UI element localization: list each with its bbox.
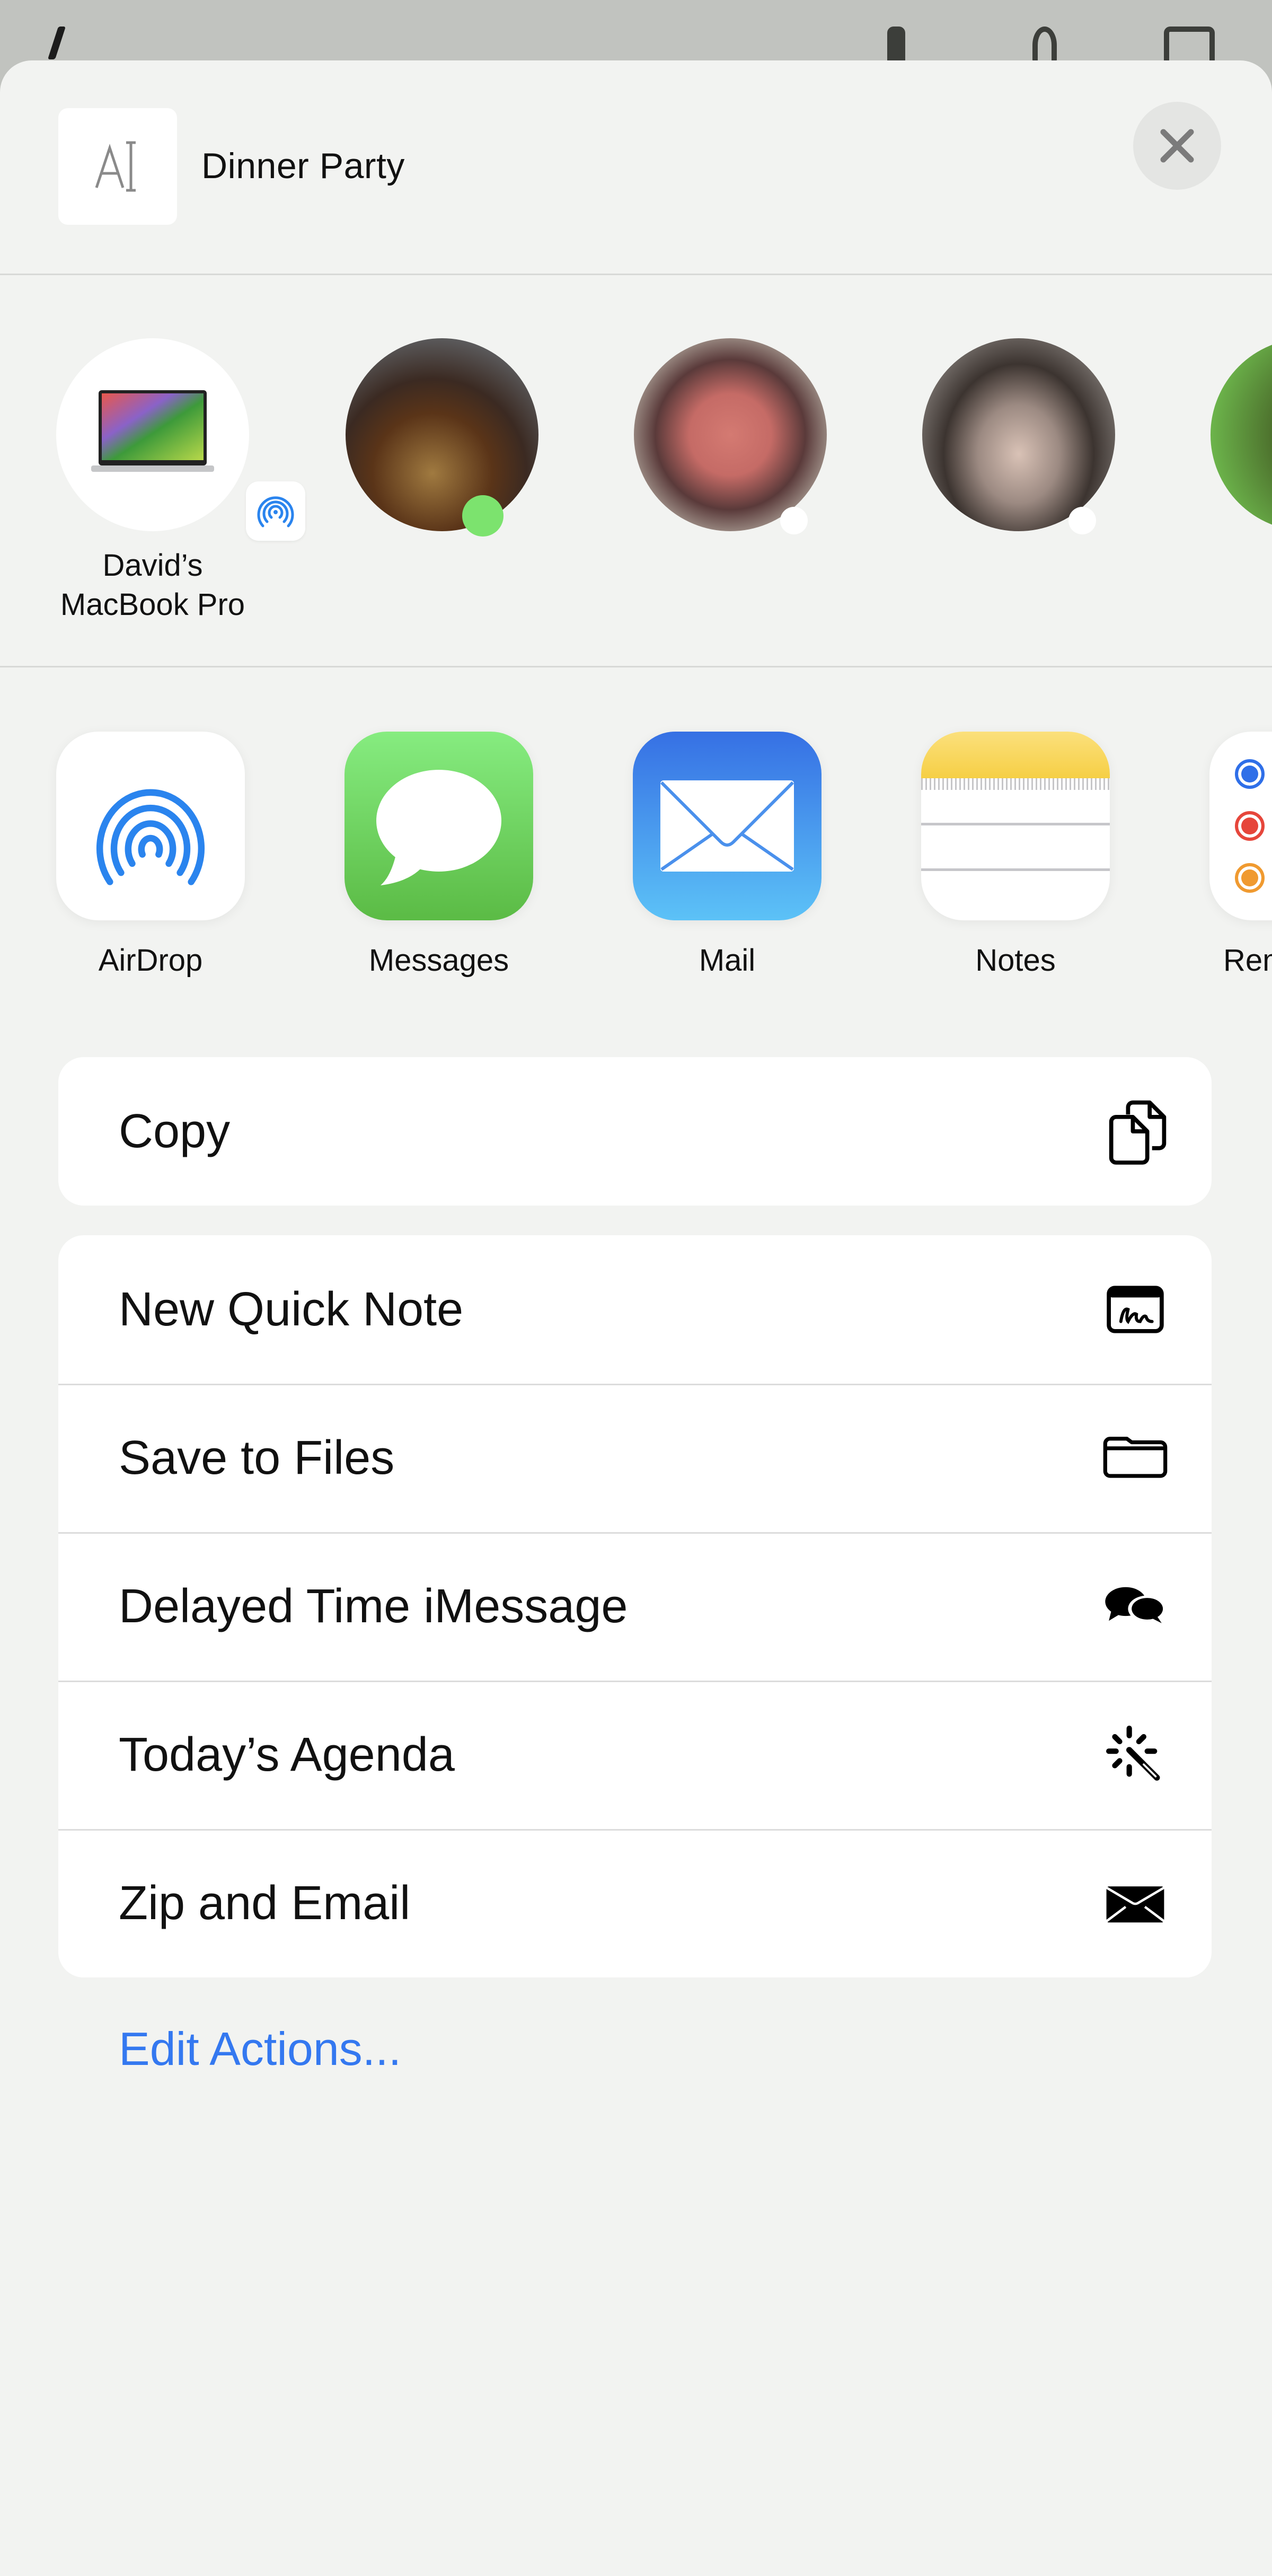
- action-label: Today’s Agenda: [119, 1728, 455, 1781]
- app-label: AirDrop: [98, 943, 203, 978]
- copy-icon: [1098, 1094, 1172, 1168]
- action-group-copy: Copy: [58, 1057, 1212, 1206]
- edit-actions-link[interactable]: Edit Actions...: [119, 2022, 401, 2076]
- envelope-icon: [1098, 1866, 1172, 1940]
- action-label: Save to Files: [119, 1431, 395, 1484]
- macbook-icon: [91, 390, 214, 472]
- online-status-dot: [780, 507, 808, 534]
- folder-icon: [1098, 1421, 1172, 1495]
- document-thumbnail: [58, 108, 177, 225]
- action-zip-and-email[interactable]: Zip and Email: [58, 1829, 1212, 1977]
- text-format-icon: [95, 141, 136, 192]
- action-delayed-time-imessage[interactable]: Delayed Time iMessage: [58, 1532, 1212, 1681]
- action-todays-agenda[interactable]: Today’s Agenda: [58, 1681, 1212, 1829]
- quick-note-icon: [1098, 1272, 1172, 1347]
- airdrop-icon: [257, 496, 294, 527]
- app-label: Mail: [699, 943, 756, 978]
- app-label: Messages: [368, 943, 509, 978]
- action-group-shortcuts: New Quick Note Save to Files Delayed Tim…: [58, 1235, 1212, 1977]
- action-label: Zip and Email: [119, 1876, 411, 1930]
- share-sheet: Dinner Party David’s MacBook Pro AirDrop…: [0, 60, 1272, 2576]
- app-label: Notes: [975, 943, 1056, 978]
- messages-icon: [344, 732, 533, 920]
- contact-avatar: [922, 338, 1115, 531]
- calculator-icon: [1164, 27, 1215, 64]
- action-label: Delayed Time iMessage: [119, 1579, 628, 1633]
- action-save-to-files[interactable]: Save to Files: [58, 1384, 1212, 1532]
- action-copy[interactable]: Copy: [58, 1057, 1212, 1206]
- notes-icon: [921, 732, 1110, 920]
- online-status-dot: [1068, 507, 1096, 534]
- airdrop-badge: [246, 481, 305, 541]
- contact-avatar: [346, 338, 538, 531]
- contact-avatar: [634, 338, 827, 531]
- app-label: Reminders: [1223, 943, 1272, 978]
- flashlight-icon: [887, 27, 905, 64]
- share-target-label: David’s MacBook Pro: [47, 546, 259, 625]
- timer-icon: [1032, 27, 1057, 64]
- reminders-icon: [1209, 732, 1272, 920]
- device-name-line1: David’s: [102, 548, 203, 583]
- device-avatar: [56, 338, 249, 531]
- close-button[interactable]: [1133, 102, 1221, 190]
- back-chevron-icon: [47, 27, 66, 59]
- share-sheet-header: Dinner Party: [0, 60, 1272, 275]
- apps-row: AirDrop Messages Mail Notes Re: [0, 667, 1272, 1038]
- share-targets-row: David’s MacBook Pro: [0, 275, 1272, 667]
- messages-badge: [462, 495, 504, 537]
- device-name-line2: MacBook Pro: [60, 587, 245, 622]
- action-label: Copy: [119, 1104, 231, 1158]
- document-title: Dinner Party: [201, 146, 405, 186]
- airdrop-icon: [56, 732, 245, 920]
- chat-bubbles-icon: [1098, 1569, 1172, 1643]
- action-label: New Quick Note: [119, 1282, 464, 1336]
- action-new-quick-note[interactable]: New Quick Note: [58, 1235, 1212, 1384]
- background-app-toolbar: [0, 0, 1272, 64]
- mail-icon: [633, 732, 822, 920]
- magic-wand-icon: [1098, 1718, 1172, 1792]
- close-icon: [1160, 129, 1194, 163]
- contact-avatar: [1211, 338, 1272, 531]
